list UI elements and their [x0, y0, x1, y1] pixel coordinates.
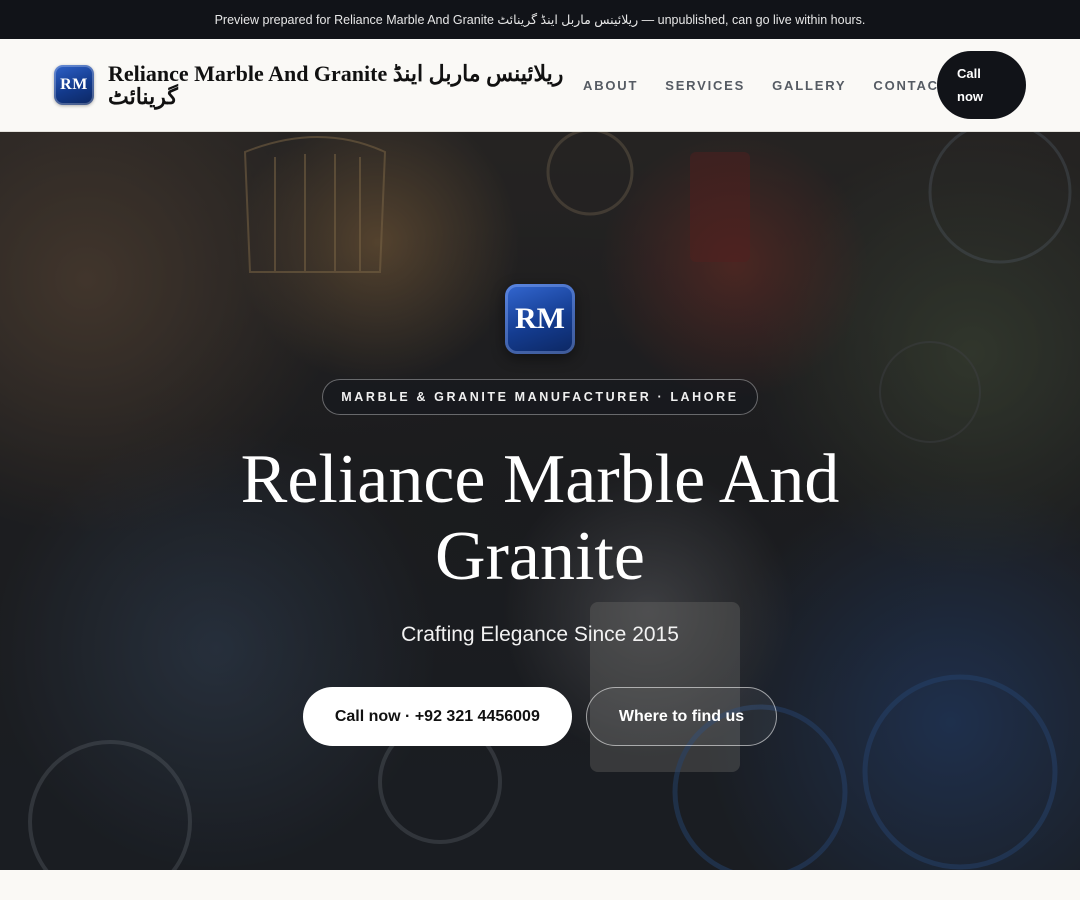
- preview-banner-text: Preview prepared for Reliance Marble And…: [214, 13, 866, 27]
- brand-name[interactable]: Reliance Marble And Granite ریلائینس مار…: [108, 62, 578, 108]
- hero-eyebrow: MARBLE & GRANITE MANUFACTURER · LAHORE: [322, 379, 758, 415]
- nav-gallery[interactable]: GALLERY: [772, 78, 846, 93]
- site-header: RM Reliance Marble And Granite ریلائینس …: [0, 39, 1080, 132]
- call-now-button[interactable]: Call now · +92 321 4456009: [302, 687, 572, 746]
- hero-logo: RM: [505, 284, 575, 354]
- next-section: [0, 870, 1080, 900]
- main-nav: ABOUT SERVICES GALLERY CONTACT: [583, 39, 949, 132]
- nav-services[interactable]: SERVICES: [665, 78, 745, 93]
- find-us-button[interactable]: Where to find us: [585, 687, 778, 746]
- header-call-button[interactable]: Call now: [937, 51, 1026, 119]
- hero-title: Reliance Marble And Granite: [240, 441, 840, 595]
- hero-cta-row: Call now · +92 321 4456009 Where to find…: [302, 687, 778, 746]
- preview-banner: Preview prepared for Reliance Marble And…: [0, 0, 1080, 39]
- hero-section: RM MARBLE & GRANITE MANUFACTURER · LAHOR…: [0, 132, 1080, 870]
- hero-content: RM MARBLE & GRANITE MANUFACTURER · LAHOR…: [0, 132, 1080, 870]
- brand-logo[interactable]: RM: [54, 65, 94, 105]
- nav-about[interactable]: ABOUT: [583, 78, 638, 93]
- hero-tagline: Crafting Elegance Since 2015: [401, 623, 679, 646]
